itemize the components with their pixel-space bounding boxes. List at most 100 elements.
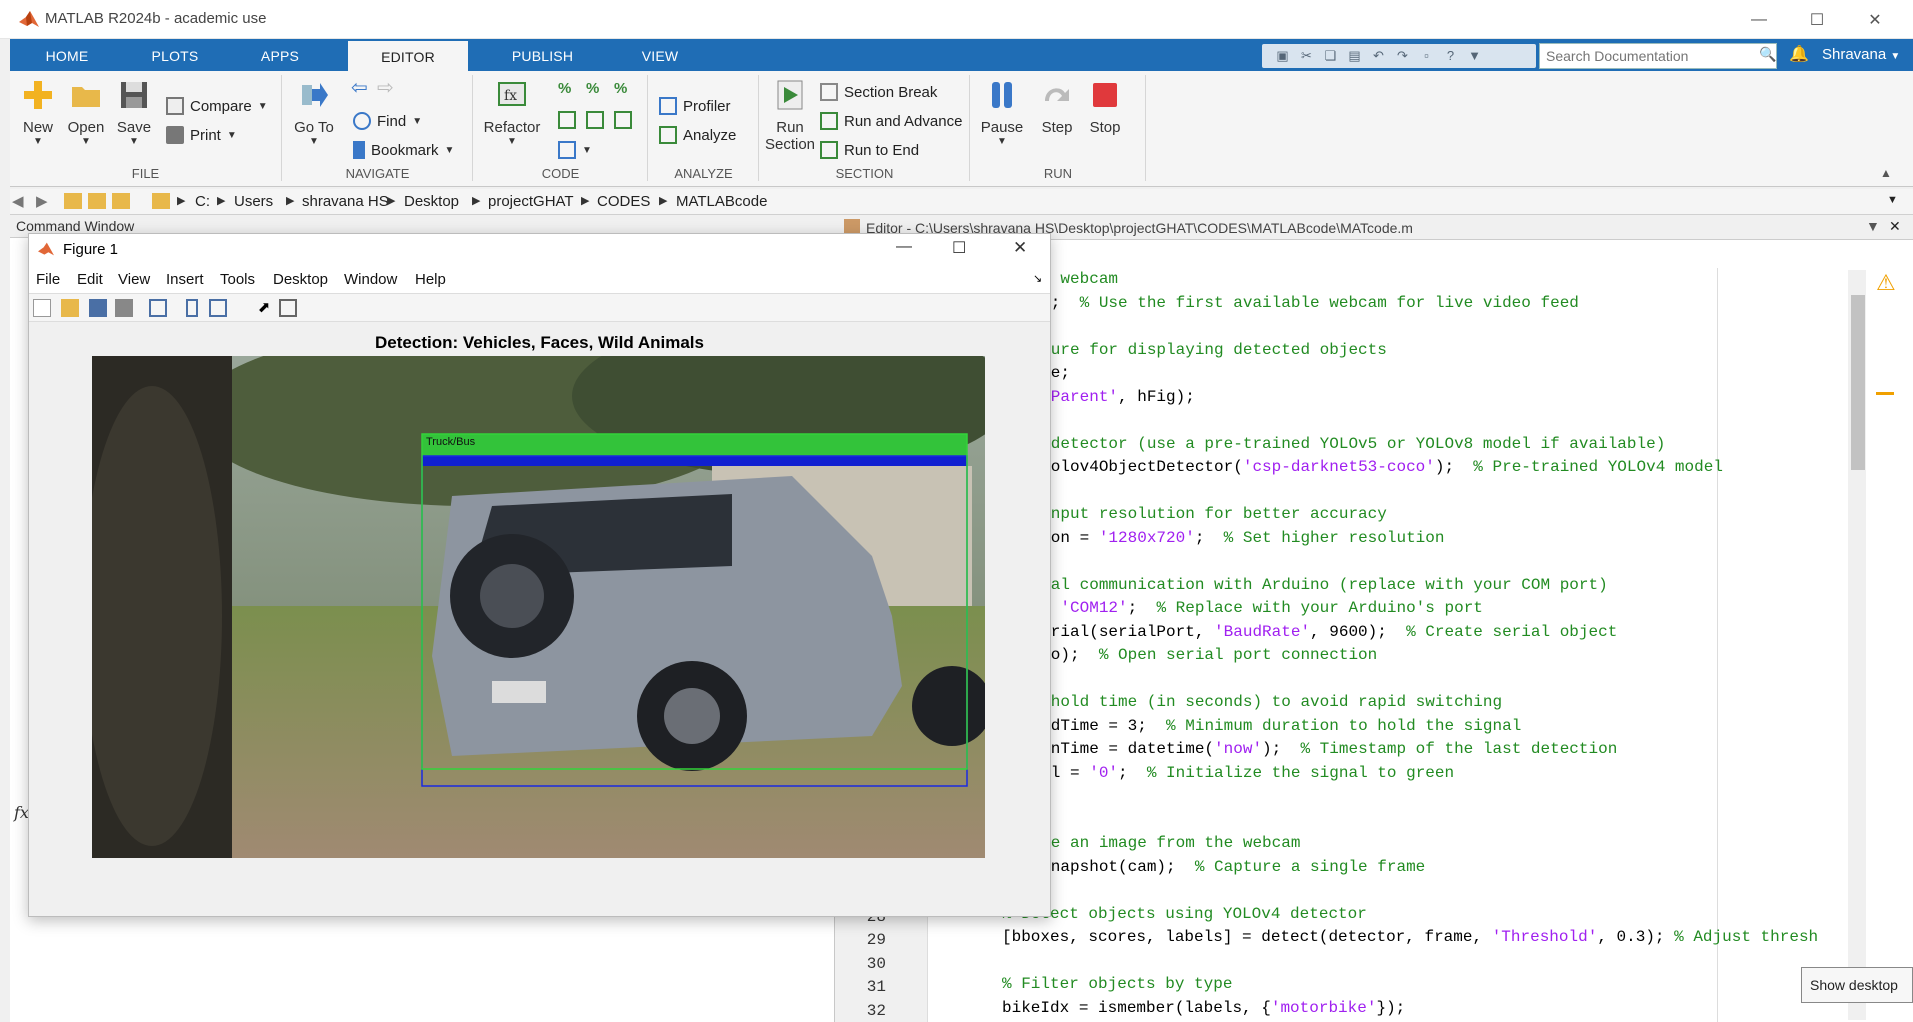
- refactor-button[interactable]: fx Refactor ▼: [480, 79, 544, 147]
- code-line[interactable]: = snapshot(cam); % Capture a single fram…: [1022, 856, 1425, 880]
- tab-editor[interactable]: EDITOR: [348, 41, 468, 71]
- menu-help[interactable]: Help: [415, 271, 446, 288]
- increase-indent-icon[interactable]: [614, 111, 632, 129]
- profiler-button[interactable]: Profiler: [659, 97, 731, 115]
- compare-button[interactable]: Compare ▼: [166, 97, 268, 115]
- undo-icon[interactable]: ↶: [1368, 47, 1389, 65]
- forward-arrow-icon[interactable]: ⇨: [377, 75, 394, 100]
- open-button[interactable]: Open ▼: [66, 79, 106, 147]
- search-folder-icon[interactable]: [112, 193, 130, 209]
- menu-edit[interactable]: Edit: [77, 271, 103, 288]
- tab-publish[interactable]: PUBLISH: [500, 39, 585, 71]
- menu-insert[interactable]: Insert: [166, 271, 204, 288]
- breadcrumb-item[interactable]: MATLABcode: [676, 193, 767, 210]
- code-line[interactable]: = yolov4ObjectDetector('csp-darknet53-co…: [1022, 456, 1723, 480]
- breadcrumb-item[interactable]: shravana HS: [302, 193, 389, 210]
- legend-icon[interactable]: [209, 299, 227, 317]
- stop-button[interactable]: Stop: [1083, 79, 1127, 136]
- tab-home[interactable]: HOME: [32, 39, 102, 71]
- tab-plots[interactable]: PLOTS: [140, 39, 210, 71]
- menu-file[interactable]: File: [36, 271, 60, 288]
- colorbar-icon[interactable]: [186, 299, 198, 317]
- collapse-ribbon-icon[interactable]: ▲: [1880, 166, 1892, 180]
- search-documentation-input[interactable]: [1539, 43, 1777, 69]
- menu-tools[interactable]: Tools: [220, 271, 255, 288]
- code-line[interactable]: % Filter objects by type: [1002, 973, 1232, 997]
- figure-minimize-icon[interactable]: —: [896, 238, 912, 256]
- analyze-button[interactable]: Analyze: [659, 126, 736, 144]
- print-figure-icon[interactable]: [115, 299, 133, 317]
- code-line[interactable]: on hold time (in seconds) to avoid rapid…: [1022, 691, 1502, 715]
- code-line[interactable]: figure for displaying detected objects: [1022, 339, 1387, 363]
- back-icon[interactable]: ◀: [12, 192, 24, 210]
- save-icon[interactable]: ▣: [1272, 47, 1293, 65]
- run-section-button[interactable]: Run Section: [764, 79, 816, 153]
- comment-icon[interactable]: %: [558, 80, 571, 97]
- code-line[interactable]: cam; % Use the first available webcam fo…: [1022, 292, 1579, 316]
- code-line[interactable]: [bboxes, scores, labels] = detect(detect…: [1002, 926, 1818, 950]
- figure-close-icon[interactable]: ✕: [1013, 238, 1027, 258]
- code-line[interactable]: % Detect objects using YOLOv4 detector: [1002, 903, 1367, 927]
- open-file-icon[interactable]: [61, 299, 79, 317]
- indent-icon[interactable]: [558, 111, 576, 129]
- address-dropdown-icon[interactable]: ▼: [1887, 194, 1898, 206]
- warning-marker[interactable]: [1876, 392, 1894, 395]
- run-advance-button[interactable]: Run and Advance: [820, 112, 962, 130]
- browse-folder-icon[interactable]: [88, 193, 106, 209]
- pause-button[interactable]: Pause ▼: [977, 79, 1027, 147]
- breadcrumb-drive[interactable]: C:: [195, 193, 210, 210]
- code-line[interactable]: erial communication with Arduino (replac…: [1022, 574, 1608, 598]
- pointer-icon[interactable]: ⬈: [255, 299, 273, 317]
- find-button[interactable]: Find ▼: [353, 112, 422, 130]
- property-editor-icon[interactable]: [279, 299, 297, 317]
- window-icon[interactable]: ▫: [1416, 47, 1437, 65]
- wrap-comment-icon[interactable]: %: [614, 80, 627, 97]
- code-line[interactable]: HoldTime = 3; % Minimum duration to hold…: [1022, 715, 1521, 739]
- run-to-end-button[interactable]: Run to End: [820, 141, 919, 159]
- save-button[interactable]: Save ▼: [114, 79, 154, 147]
- decrease-indent-icon[interactable]: [586, 111, 604, 129]
- forward-icon[interactable]: ▶: [36, 192, 48, 210]
- warning-icon[interactable]: ⚠: [1876, 270, 1896, 296]
- menu-window[interactable]: Window: [344, 271, 397, 288]
- figure-maximize-icon[interactable]: ☐: [952, 238, 966, 258]
- code-line[interactable]: serial(serialPort, 'BaudRate', 9600); % …: [1022, 621, 1618, 645]
- step-button[interactable]: Step: [1035, 79, 1079, 136]
- redo-icon[interactable]: ↷: [1392, 47, 1413, 65]
- minimize-icon[interactable]: —: [1730, 0, 1788, 39]
- code-line[interactable]: t = 'COM12'; % Replace with your Arduino…: [1022, 597, 1483, 621]
- code-line[interactable]: ution = '1280x720'; % Set higher resolut…: [1022, 527, 1444, 551]
- code-line[interactable]: bikeIdx = ismember(labels, {'motorbike'}…: [1002, 997, 1405, 1021]
- bell-icon[interactable]: 🔔: [1789, 44, 1809, 64]
- print-button[interactable]: Print ▼: [166, 126, 237, 144]
- link-plot-icon[interactable]: [149, 299, 167, 317]
- copy-icon[interactable]: ❏: [1320, 47, 1341, 65]
- breadcrumb-item[interactable]: projectGHAT: [488, 193, 574, 210]
- bookmark-button[interactable]: Bookmark ▼: [353, 141, 454, 159]
- dropdown-icon[interactable]: ▼: [1464, 47, 1485, 65]
- paste-icon[interactable]: ▤: [1344, 47, 1365, 65]
- editor-scrollbar-thumb[interactable]: [1851, 295, 1865, 470]
- user-menu[interactable]: Shravana ▼: [1822, 46, 1900, 63]
- breadcrumb-item[interactable]: Users: [234, 193, 273, 210]
- code-line[interactable]: uino); % Open serial port connection: [1022, 644, 1377, 668]
- code-line[interactable]: tionTime = datetime('now'); % Timestamp …: [1022, 738, 1617, 762]
- goto-button[interactable]: Go To ▼: [289, 79, 339, 147]
- editor-options-icon[interactable]: ▼: [1866, 218, 1880, 234]
- back-arrow-icon[interactable]: ⇦: [351, 75, 368, 100]
- code-line[interactable]: e input resolution for better accuracy: [1022, 503, 1387, 527]
- new-figure-icon[interactable]: [33, 299, 51, 317]
- menu-view[interactable]: View: [118, 271, 150, 288]
- cut-icon[interactable]: ✂: [1296, 47, 1317, 65]
- help-icon[interactable]: ?: [1440, 47, 1461, 65]
- smart-indent-icon[interactable]: ▼: [558, 141, 592, 159]
- close-icon[interactable]: ✕: [1846, 0, 1904, 39]
- search-icon[interactable]: 🔍: [1759, 46, 1776, 63]
- section-break-button[interactable]: Section Break: [820, 83, 937, 101]
- code-line[interactable]: gnal = '0'; % Initialize the signal to g…: [1022, 762, 1454, 786]
- uncomment-icon[interactable]: %: [586, 80, 599, 97]
- maximize-icon[interactable]: ☐: [1788, 0, 1846, 39]
- breadcrumb-item[interactable]: CODES: [597, 193, 650, 210]
- dock-arrow-icon[interactable]: ↘: [1033, 272, 1042, 285]
- tab-apps[interactable]: APPS: [250, 39, 310, 71]
